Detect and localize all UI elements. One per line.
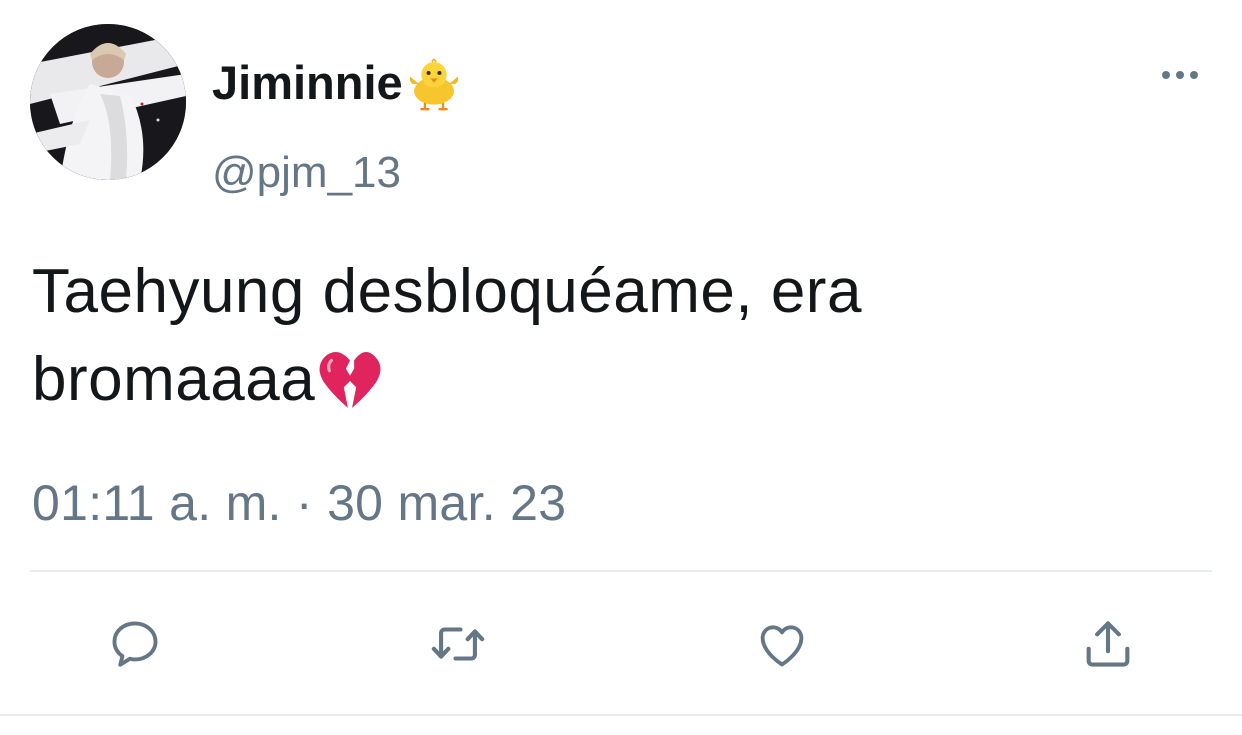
tweet-text-line: Taehyung desbloquéame, era xyxy=(32,257,862,326)
display-name[interactable]: Jiminnie xyxy=(212,50,463,114)
display-name-text: Jiminnie xyxy=(212,55,403,109)
user-handle[interactable]: @pjm_13 xyxy=(212,148,401,198)
tweet-text-segment: bromaaaa xyxy=(32,345,316,414)
retweet-icon xyxy=(431,627,485,661)
share-button[interactable] xyxy=(1076,612,1140,676)
share-icon xyxy=(1086,621,1130,667)
heart-icon xyxy=(760,625,804,667)
more-icon xyxy=(1162,71,1198,79)
chick-icon xyxy=(405,53,463,111)
timestamp[interactable]: 01:11 a. m. · 30 mar. 23 xyxy=(32,474,566,532)
reply-icon xyxy=(112,621,158,667)
avatar-image xyxy=(30,24,186,180)
tweet-text-line: bromaaaa xyxy=(32,336,1182,424)
like-button[interactable] xyxy=(750,612,814,676)
tweet-text: Taehyung desbloquéame, era bromaaaa xyxy=(32,248,1182,424)
divider xyxy=(30,570,1212,572)
reply-button[interactable] xyxy=(103,612,167,676)
divider xyxy=(0,714,1242,716)
more-options-button[interactable] xyxy=(1156,58,1204,92)
avatar[interactable] xyxy=(30,24,186,180)
broken-heart-icon xyxy=(317,348,383,410)
retweet-button[interactable] xyxy=(426,612,490,676)
